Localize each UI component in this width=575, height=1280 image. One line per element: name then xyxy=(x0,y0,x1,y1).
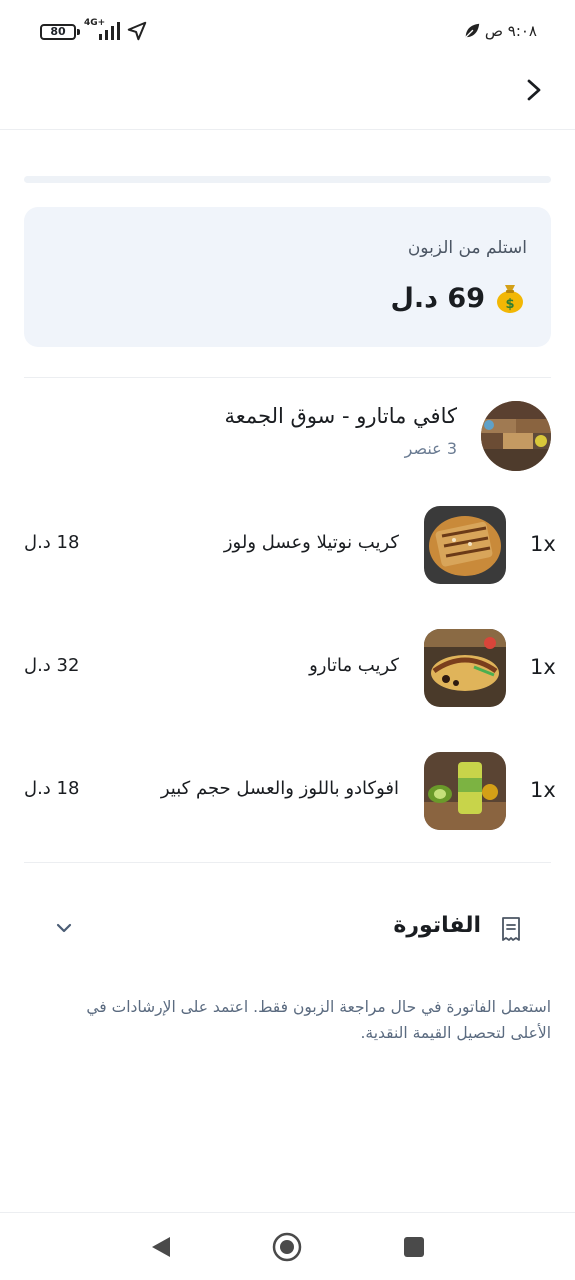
item-price: 32 د.ل xyxy=(24,655,80,676)
collect-amount-row: $ 69 د.ل xyxy=(390,281,527,315)
item-quantity: 1x xyxy=(530,532,556,556)
system-nav-bar xyxy=(0,1212,575,1280)
item-name: افوكادو باللوز والعسل حجم كبير xyxy=(160,778,399,799)
divider xyxy=(24,862,551,863)
invoice-note: استعمل الفاتورة في حال مراجعة الزبون فقط… xyxy=(86,998,551,1042)
svg-text:$: $ xyxy=(505,297,514,312)
item-price: 18 د.ل xyxy=(24,532,80,553)
clock: ٩:٠٨ ص xyxy=(484,22,537,40)
store-item-count: 3 عنصر xyxy=(404,439,457,458)
item-name: كريب نوتيلا وعسل ولوز xyxy=(223,532,399,553)
divider xyxy=(24,377,551,378)
item-quantity: 1x xyxy=(530,655,556,679)
leaf-icon xyxy=(465,23,480,38)
receipt-icon xyxy=(502,917,520,941)
collect-amount: 69 د.ل xyxy=(390,282,485,314)
chevron-down-icon[interactable] xyxy=(54,918,74,938)
money-bag-icon: $ xyxy=(497,285,523,313)
battery-icon: 80 xyxy=(40,24,76,40)
store-avatar xyxy=(481,401,551,471)
collect-label: استلم من الزبون xyxy=(407,238,527,258)
item-image xyxy=(424,506,506,584)
chevron-right-icon[interactable] xyxy=(518,72,550,108)
store-name: كافي ماتارو - سوق الجمعة xyxy=(224,404,457,428)
recents-square-icon[interactable] xyxy=(403,1236,425,1258)
home-circle-icon[interactable] xyxy=(272,1232,302,1262)
list-item: 1x كريب نوتيلا وعسل ولوز 18 د.ل xyxy=(0,506,575,586)
back-triangle-icon[interactable] xyxy=(150,1235,172,1259)
item-image xyxy=(424,752,506,830)
battery-tip xyxy=(77,29,80,35)
battery-level: 80 xyxy=(50,25,66,38)
status-bar: 80 4G+ ٩:٠٨ ص xyxy=(0,0,575,62)
location-arrow-icon xyxy=(127,21,147,41)
list-item: 1x افوكادو باللوز والعسل حجم كبير 18 د.ل xyxy=(0,752,575,832)
item-quantity: 1x xyxy=(530,778,556,802)
collect-card: استلم من الزبون $ 69 د.ل xyxy=(24,207,551,347)
signal-icon xyxy=(99,22,120,40)
item-name: كريب ماتارو xyxy=(309,655,399,676)
top-app-bar xyxy=(0,62,575,130)
list-item: 1x كريب ماتارو 32 د.ل xyxy=(0,629,575,709)
item-price: 18 د.ل xyxy=(24,778,80,799)
progress-track xyxy=(24,176,551,183)
item-image xyxy=(424,629,506,707)
invoice-title[interactable]: الفاتورة xyxy=(393,913,481,938)
